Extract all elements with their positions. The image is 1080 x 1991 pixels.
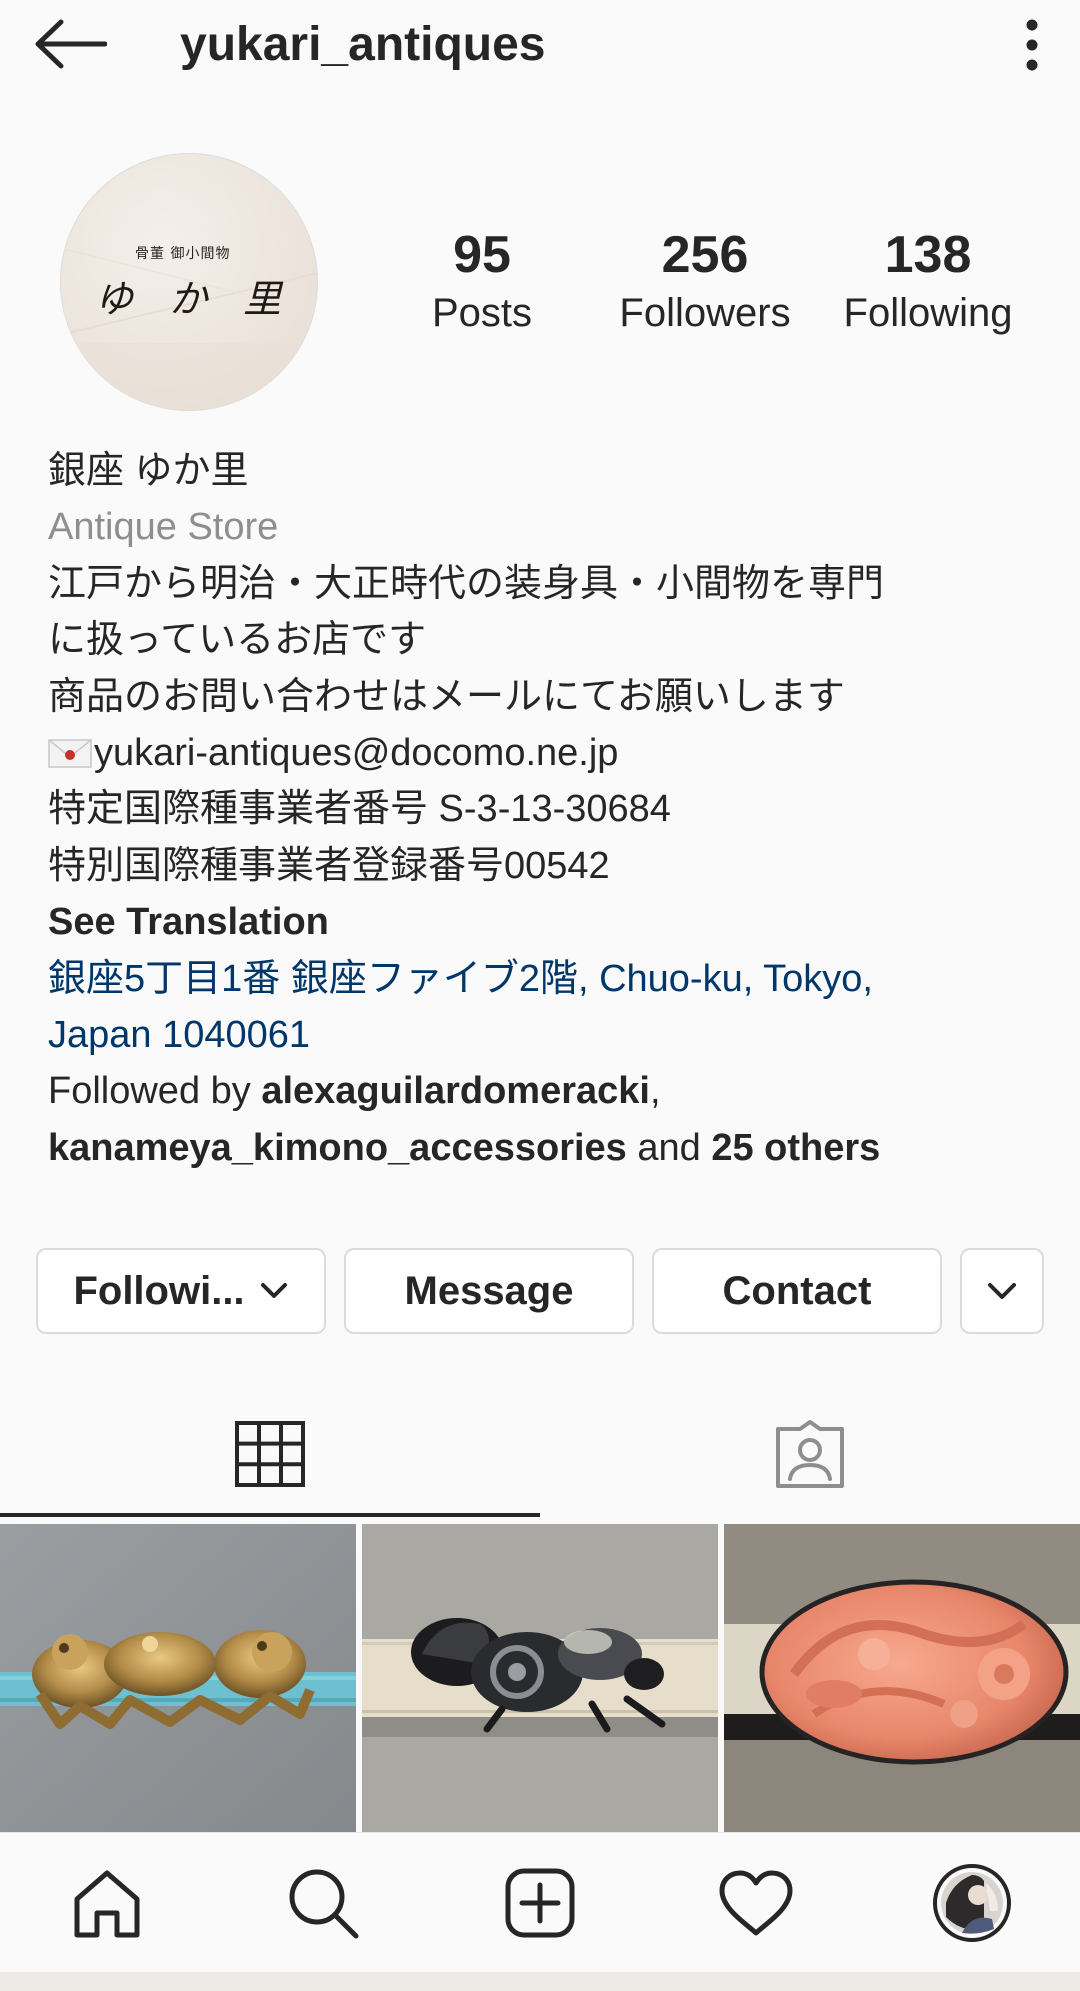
followers-stat[interactable]: 256 Followers	[605, 225, 805, 341]
back-button[interactable]	[30, 14, 110, 74]
profile-username: yukari_antiques	[180, 18, 546, 71]
profile-avatar[interactable]: 骨董 御小間物 ゆ か 里	[60, 153, 318, 411]
followed-by-user[interactable]: kanameya_kimono_accessories	[48, 1127, 627, 1169]
followed-by-separator: ,	[649, 1070, 661, 1113]
profile-category: Antique Store	[48, 506, 279, 549]
grid-icon	[235, 1421, 305, 1487]
profile-avatar-icon	[933, 1864, 1011, 1942]
beetle-obidome-image	[362, 1524, 718, 1832]
grid-post[interactable]	[724, 1524, 1080, 1832]
followed-by-prefix: Followed by	[48, 1070, 262, 1113]
bio-description-line: 商品のお問い合わせはメールにてお願いします	[48, 675, 845, 718]
envelope-icon	[48, 739, 92, 768]
chevron-down-icon	[988, 1283, 1016, 1299]
see-translation-link[interactable]: See Translation	[48, 894, 1048, 950]
followed-by-user[interactable]: alexaguilardomeracki	[261, 1070, 650, 1112]
address-line: 銀座5丁目1番 銀座ファイブ2階, Chuo-ku, Tokyo,	[48, 957, 873, 1000]
nav-profile[interactable]	[917, 1853, 1027, 1953]
add-post-icon	[505, 1868, 575, 1938]
followers-label: Followers	[619, 291, 791, 335]
bio-email: yukari-antiques@docomo.ne.jp	[94, 732, 619, 775]
bio-license-line: 特別国際種事業者登録番号00542	[48, 844, 610, 887]
address-line: Japan 1040061	[48, 1014, 311, 1057]
nav-search[interactable]	[268, 1853, 378, 1953]
followed-by-line[interactable]: kanameya_kimono_accessories and 25 other…	[48, 1120, 1048, 1176]
more-vertical-icon	[1026, 19, 1038, 71]
tab-tagged[interactable]	[540, 1390, 1080, 1518]
bio-license-line: 特定国際種事業者番号 S-3-13-30684	[48, 788, 671, 831]
contact-button[interactable]: Contact	[652, 1248, 942, 1334]
bottom-navigation	[0, 1832, 1080, 1973]
address-link[interactable]: 銀座5丁目1番 銀座ファイブ2階, Chuo-ku, Tokyo, Japan …	[48, 951, 1048, 1064]
chevron-down-icon	[260, 1283, 287, 1298]
nav-activity[interactable]	[701, 1853, 811, 1953]
followed-by-line[interactable]: Followed by alexaguilardomeracki,	[48, 1063, 1048, 1119]
contact-button-label: Contact	[722, 1268, 872, 1313]
grid-post[interactable]	[0, 1524, 356, 1832]
system-navigation-strip	[0, 1972, 1080, 1991]
grid-post[interactable]	[362, 1524, 718, 1832]
gold-lion-obidome-image	[0, 1524, 356, 1832]
message-button[interactable]: Message	[344, 1248, 634, 1334]
bio-email-line: yukari-antiques@docomo.ne.jp	[48, 725, 1048, 781]
profile-name: 銀座 ゆか里	[48, 450, 249, 492]
nav-home[interactable]	[52, 1853, 162, 1953]
posts-label: Posts	[431, 291, 533, 335]
home-icon	[74, 1870, 140, 1938]
tab-grid[interactable]	[0, 1390, 540, 1518]
profile-bio: 銀座 ゆか里 Antique Store 江戸から明治・大正時代の装身具・小間物…	[48, 443, 1048, 1176]
coral-flower-obidome-image	[724, 1524, 1080, 1832]
followers-count: 256	[661, 226, 749, 284]
following-stat[interactable]: 138 Following	[828, 225, 1028, 341]
following-count: 138	[884, 226, 972, 284]
suggested-accounts-button[interactable]	[960, 1248, 1044, 1334]
nav-new-post[interactable]	[485, 1853, 595, 1953]
back-arrow-icon	[35, 19, 107, 69]
following-button[interactable]: Followi...	[36, 1248, 326, 1334]
top-bar: yukari_antiques	[0, 0, 1080, 95]
bio-description-line: に扱っているお店です	[48, 619, 427, 662]
following-button-label: Followi...	[73, 1268, 245, 1313]
bio-description-line: 江戸から明治・大正時代の装身具・小間物を専門	[48, 562, 885, 605]
following-label: Following	[843, 291, 1013, 335]
message-button-label: Message	[404, 1268, 574, 1313]
search-icon	[289, 1869, 359, 1939]
avatar-small-text: 骨董 御小間物	[135, 246, 231, 262]
posts-count: 95	[453, 226, 511, 284]
followed-by-others[interactable]: 25 others	[711, 1127, 880, 1169]
more-options-button[interactable]	[1002, 12, 1062, 78]
posts-stat[interactable]: 95 Posts	[382, 225, 582, 341]
profile-tabs	[0, 1390, 1080, 1518]
tab-active-indicator	[0, 1513, 540, 1517]
tagged-user-icon	[776, 1420, 844, 1488]
activity-heart-icon	[719, 1870, 793, 1936]
followed-by-and: and	[626, 1126, 712, 1169]
avatar-large-text: ゆ か 里	[95, 277, 294, 321]
